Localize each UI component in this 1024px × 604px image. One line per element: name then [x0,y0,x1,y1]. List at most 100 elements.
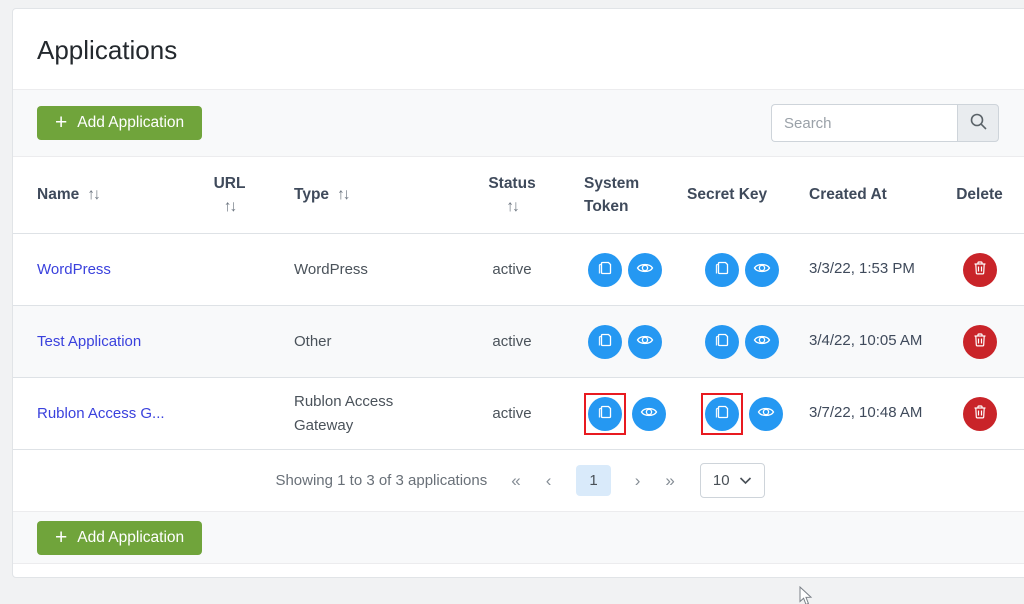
copy-secret-key-button[interactable] [705,253,739,287]
toolbar: + Add Application [13,89,1024,157]
mouse-cursor [799,586,815,604]
column-header-name[interactable]: Name ↑↓ [37,186,177,204]
copy-system-token-button[interactable] [588,325,622,359]
type-cell: WordPress [282,258,462,281]
system-token-actions [562,325,687,359]
show-system-token-button[interactable] [628,253,662,287]
table-row: Test Application Other active 3/4/22, 10… [13,305,1024,377]
search-icon [969,112,988,134]
show-secret-key-button[interactable] [749,397,783,431]
trash-icon [972,332,988,351]
next-page-button[interactable]: › [635,471,642,491]
show-system-token-button[interactable] [632,397,666,431]
page-size-value: 10 [713,472,730,489]
system-token-actions [562,393,687,435]
search-group [771,104,999,142]
copy-icon [597,404,613,423]
application-name-link[interactable]: Rublon Access G... [37,405,165,422]
sort-icon: ↑↓ [87,186,99,203]
created-at-cell: 3/7/22, 10:48 AM [797,402,932,425]
column-header-url[interactable]: URL↑↓ [177,172,282,219]
card-bottom-padding [13,564,1024,570]
copy-icon [597,260,613,279]
chevron-down-icon [739,472,752,489]
sort-icon: ↑↓ [337,186,349,203]
footer-toolbar: + Add Application [13,511,1024,564]
copy-icon [714,260,730,279]
secret-key-actions [687,253,797,287]
highlight-annotation-box [584,393,626,435]
trash-icon [972,260,988,279]
copy-icon [714,404,730,423]
type-cell: Rublon Access Gateway [282,390,462,437]
created-at-cell: 3/3/22, 1:53 PM [797,258,932,281]
applications-panel: Applications + Add Application Name ↑↓ UR… [12,8,1024,578]
column-header-delete: Delete [932,186,1024,204]
sort-icon: ↑↓ [224,195,236,218]
column-header-type[interactable]: Type ↑↓ [282,186,462,204]
application-name-link[interactable]: Test Application [37,333,141,350]
copy-secret-key-button[interactable] [705,325,739,359]
header-label: System Token [584,172,648,219]
copy-system-token-button[interactable] [588,397,622,431]
page-title: Applications [13,9,1024,89]
sort-icon: ↑↓ [506,195,518,218]
column-header-system-token: System Token [562,172,687,219]
delete-application-button[interactable] [963,325,997,359]
first-page-button[interactable]: « [511,471,521,491]
previous-page-button[interactable]: ‹ [546,471,553,491]
add-application-label: Add Application [77,529,184,547]
trash-icon [972,404,988,423]
type-cell: Other [282,330,462,353]
eye-icon [757,403,775,424]
header-label: Secret Key [687,186,767,203]
created-at-cell: 3/4/22, 10:05 AM [797,330,932,353]
header-label: URL [214,172,246,195]
secret-key-actions [687,325,797,359]
header-label: Type [294,186,329,203]
application-name-link[interactable]: WordPress [37,261,111,278]
eye-icon [636,259,654,280]
eye-icon [640,403,658,424]
status-cell: active [462,261,562,278]
last-page-button[interactable]: » [665,471,675,491]
eye-icon [636,331,654,352]
table-row: Rublon Access G... Rublon Access Gateway… [13,377,1024,449]
search-button[interactable] [957,104,999,142]
table-header-row: Name↑↓ URL↑↓ Type↑↓ Status↑↓ System Toke… [13,157,1024,233]
current-page-button[interactable]: 1 [576,465,610,496]
show-secret-key-button[interactable] [745,325,779,359]
show-system-token-button[interactable] [628,325,662,359]
highlight-annotation-box [701,393,743,435]
copy-secret-key-button[interactable] [705,397,739,431]
header-label: Status [488,172,535,195]
column-header-secret-key: Secret Key [687,186,797,204]
delete-application-button[interactable] [963,253,997,287]
add-application-label: Add Application [77,114,184,132]
table-row: WordPress WordPress active 3/3/22, 1:53 … [13,233,1024,305]
header-label: Delete [956,186,1003,203]
add-application-button-bottom[interactable]: + Add Application [37,521,202,555]
add-application-button[interactable]: + Add Application [37,106,202,140]
page-size-select[interactable]: 10 [700,463,765,498]
copy-icon [714,332,730,351]
copy-system-token-button[interactable] [588,253,622,287]
eye-icon [753,259,771,280]
show-secret-key-button[interactable] [745,253,779,287]
search-input[interactable] [771,104,957,142]
status-cell: active [462,405,562,422]
column-header-created-at: Created At [797,186,932,204]
plus-icon: + [55,115,67,131]
pagination-bar: Showing 1 to 3 of 3 applications « ‹ 1 ›… [13,449,1024,511]
secret-key-actions [687,393,797,435]
system-token-actions [562,253,687,287]
column-header-status[interactable]: Status↑↓ [462,172,562,219]
delete-application-button[interactable] [963,397,997,431]
header-label: Name [37,186,79,203]
pagination-summary: Showing 1 to 3 of 3 applications [275,472,487,489]
copy-icon [597,332,613,351]
eye-icon [753,331,771,352]
plus-icon: + [55,530,67,546]
header-label: Created At [809,186,887,203]
status-cell: active [462,333,562,350]
